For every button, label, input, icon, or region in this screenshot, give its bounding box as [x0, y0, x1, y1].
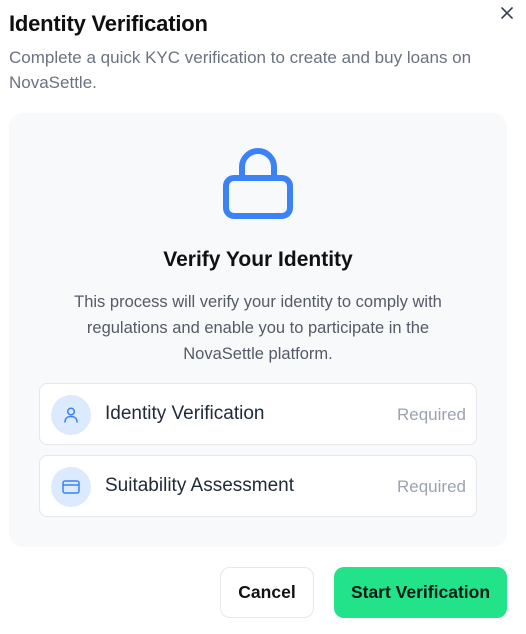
requirement-status: Required — [397, 477, 466, 496]
cancel-button[interactable]: Cancel — [220, 567, 314, 618]
user-icon-badge — [51, 395, 91, 435]
start-verification-button[interactable]: Start Verification — [334, 567, 507, 618]
requirement-label: Suitability Assessment — [105, 475, 295, 496]
credit-card-icon — [62, 480, 80, 494]
requirement-suitability-assessment: Suitability Assessment Required — [39, 455, 477, 517]
identity-verification-dialog: Identity Verification Complete a quick K… — [0, 0, 526, 634]
lock-icon — [223, 148, 293, 219]
panel-heading: Verify Your Identity — [163, 248, 353, 271]
user-icon — [64, 407, 78, 423]
requirement-identity-verification: Identity Verification Required — [39, 383, 477, 445]
dialog-title: Identity Verification — [9, 11, 208, 36]
close-button[interactable] — [497, 3, 517, 23]
credit-card-icon-badge — [51, 467, 91, 507]
requirement-label: Identity Verification — [105, 403, 265, 424]
dialog-subtitle: Complete a quick KYC verification to cre… — [9, 48, 472, 92]
requirement-status: Required — [397, 405, 466, 424]
close-icon — [501, 7, 513, 19]
panel-description: This process will verify your identity t… — [74, 293, 442, 363]
